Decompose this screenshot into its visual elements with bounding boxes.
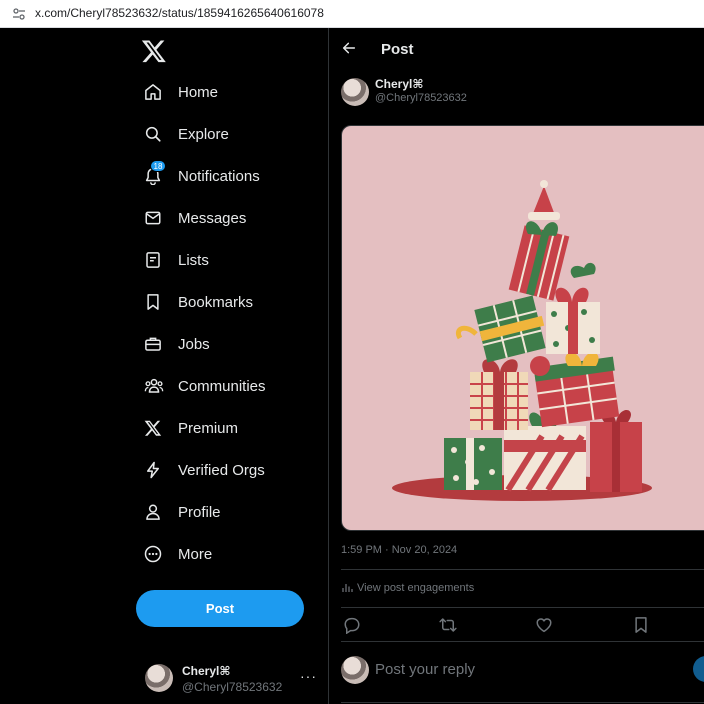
account-name: Cheryl⌘ xyxy=(182,664,231,678)
sidebar-item-premium[interactable]: Premium xyxy=(138,408,318,448)
avatar[interactable] xyxy=(341,78,369,106)
reply-composer xyxy=(341,654,704,686)
author-name[interactable]: Cheryl⌘ xyxy=(375,77,423,91)
sidebar-item-label: Explore xyxy=(178,125,229,143)
people-icon xyxy=(138,373,170,399)
view-engagements-link[interactable]: View post engagements xyxy=(341,582,474,594)
like-heart-icon[interactable] xyxy=(535,616,553,634)
sidebar-item-communities[interactable]: Communities xyxy=(138,366,318,406)
avatar xyxy=(341,656,369,684)
page-title: Post xyxy=(381,41,414,58)
sidebar-item-bookmarks[interactable]: Bookmarks xyxy=(138,282,318,322)
bell-icon: 18 xyxy=(138,160,170,189)
author-handle[interactable]: @Cheryl78523632 xyxy=(375,92,467,104)
more-dots-icon[interactable]: ··· xyxy=(300,668,317,684)
more-circle-icon xyxy=(138,541,170,567)
post-actions xyxy=(329,616,704,636)
sidebar-item-profile[interactable]: Profile xyxy=(138,492,318,532)
sidebar-item-label: Notifications xyxy=(178,167,260,185)
divider xyxy=(341,569,704,570)
reply-button[interactable] xyxy=(693,656,704,682)
notification-badge: 18 xyxy=(150,160,166,172)
engagements-label: View post engagements xyxy=(357,582,475,594)
gift-stack-illustration xyxy=(392,180,652,501)
divider xyxy=(341,641,704,642)
divider xyxy=(341,702,704,703)
x-logo-icon xyxy=(138,415,170,441)
post-detail-column: Post Cheryl⌘ @Cheryl78523632 1:59 PM · N… xyxy=(329,28,704,704)
sidebar-item-lists[interactable]: Lists xyxy=(138,240,318,280)
sidebar-item-more[interactable]: More xyxy=(138,534,318,574)
sidebar-item-label: Lists xyxy=(178,251,209,269)
envelope-icon xyxy=(138,205,170,231)
site-settings-icon[interactable] xyxy=(12,7,26,21)
sidebar-item-label: More xyxy=(178,545,213,563)
sidebar-item-explore[interactable]: Explore xyxy=(138,114,318,154)
reply-icon[interactable] xyxy=(343,616,361,634)
home-icon xyxy=(138,79,170,105)
divider xyxy=(341,607,704,608)
post-author[interactable]: Cheryl⌘ @Cheryl78523632 xyxy=(341,76,641,108)
avatar xyxy=(145,664,173,692)
post-timestamp[interactable]: 1:59 PM · Nov 20, 2024 xyxy=(341,544,457,556)
sidebar-item-label: Communities xyxy=(178,377,266,395)
sidebar-item-label: Messages xyxy=(178,209,247,227)
briefcase-icon xyxy=(138,331,170,357)
bookmark-icon xyxy=(138,289,170,315)
sidebar-item-label: Home xyxy=(178,83,219,101)
x-logo-icon[interactable] xyxy=(141,38,167,64)
person-icon xyxy=(138,499,170,525)
sidebar-item-label: Bookmarks xyxy=(178,293,254,311)
back-arrow-icon[interactable] xyxy=(341,40,357,56)
sidebar-item-jobs[interactable]: Jobs xyxy=(138,324,318,364)
account-switcher[interactable]: Cheryl⌘ @Cheryl78523632 ··· xyxy=(145,662,325,698)
bookmark-icon[interactable] xyxy=(632,616,650,634)
sidebar-item-notifications[interactable]: 18 Notifications xyxy=(138,156,318,196)
url-text[interactable]: x.com/Cheryl78523632/status/185941626564… xyxy=(35,6,324,20)
sidebar-item-verified-orgs[interactable]: Verified Orgs xyxy=(138,450,318,490)
sidebar-item-label: Verified Orgs xyxy=(178,461,265,479)
account-handle: @Cheryl78523632 xyxy=(182,680,283,694)
list-icon xyxy=(138,247,170,273)
sidebar-item-label: Jobs xyxy=(178,335,210,353)
sidebar-item-label: Profile xyxy=(178,503,221,521)
reply-input[interactable] xyxy=(375,656,675,682)
sidebar-nav: Home Explore 18 Notifications Messages L… xyxy=(0,28,328,704)
bar-chart-icon xyxy=(342,584,353,592)
search-icon xyxy=(138,121,170,147)
browser-url-bar[interactable]: x.com/Cheryl78523632/status/185941626564… xyxy=(0,0,704,28)
repost-icon[interactable] xyxy=(439,616,457,634)
post-button[interactable]: Post xyxy=(136,590,304,627)
sidebar-item-label: Premium xyxy=(178,419,239,437)
post-image[interactable] xyxy=(341,125,704,531)
sidebar-item-messages[interactable]: Messages xyxy=(138,198,318,238)
sidebar-item-home[interactable]: Home xyxy=(138,72,318,112)
lightning-icon xyxy=(138,457,170,483)
